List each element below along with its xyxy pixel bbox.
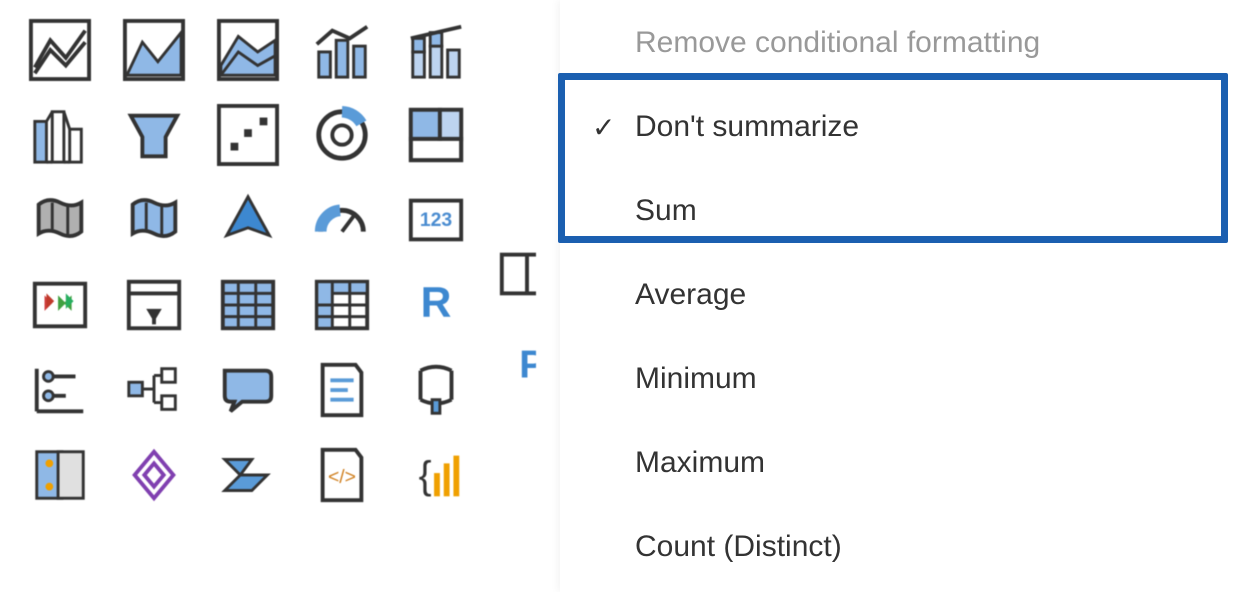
filled-map-icon[interactable]: [20, 185, 100, 255]
smart-narrative-icon[interactable]: [302, 355, 382, 425]
goals-icon[interactable]: [396, 355, 476, 425]
python-visual-icon[interactable]: P: [496, 335, 536, 395]
svg-text:</>: </>: [328, 466, 356, 488]
decomposition-tree-icon[interactable]: [114, 355, 194, 425]
azure-map-icon[interactable]: [208, 185, 288, 255]
gauge-icon[interactable]: [302, 185, 382, 255]
svg-text:{: {: [419, 455, 432, 498]
menu-maximum[interactable]: Maximum: [560, 438, 1240, 488]
custom-visual-placeholder-icon[interactable]: </>: [302, 440, 382, 510]
menu-label: Minimum: [635, 362, 757, 396]
r-script-visual-icon[interactable]: R: [396, 270, 476, 340]
scatter-chart-icon[interactable]: [208, 100, 288, 170]
menu-count-distinct[interactable]: Count (Distinct): [560, 522, 1240, 572]
get-more-visuals-icon[interactable]: {: [396, 440, 476, 510]
funnel-chart-icon[interactable]: [114, 100, 194, 170]
qa-visual-icon[interactable]: [208, 355, 288, 425]
matrix-icon[interactable]: [302, 270, 382, 340]
menu-label: Don't summarize: [635, 110, 859, 144]
kpi-icon[interactable]: [20, 270, 100, 340]
treemap-icon[interactable]: [396, 100, 476, 170]
visualizations-panel: 123 R: [20, 15, 520, 510]
ribbon-chart-icon[interactable]: [20, 100, 100, 170]
multi-row-card-icon[interactable]: [496, 243, 536, 303]
menu-label: Sum: [635, 194, 697, 228]
donut-chart-icon[interactable]: [302, 100, 382, 170]
menu-label: Count (Distinct): [635, 530, 842, 564]
key-influencers-icon[interactable]: [20, 355, 100, 425]
slicer-icon[interactable]: [114, 270, 194, 340]
svg-text:123: 123: [420, 209, 453, 231]
menu-average[interactable]: Average: [560, 270, 1240, 320]
power-automate-icon[interactable]: [208, 440, 288, 510]
table-icon[interactable]: [208, 270, 288, 340]
paginated-report-icon[interactable]: [20, 440, 100, 510]
menu-dont-summarize[interactable]: ✓ Don't summarize: [560, 102, 1240, 152]
shape-map-icon[interactable]: [114, 185, 194, 255]
menu-label: Remove conditional formatting: [635, 26, 1040, 60]
area-chart-icon[interactable]: [114, 15, 194, 85]
card-icon[interactable]: 123: [396, 185, 476, 255]
line-column-chart-icon[interactable]: [302, 15, 382, 85]
menu-label: Average: [635, 278, 746, 312]
menu-label: Maximum: [635, 446, 765, 480]
line-stacked-column-chart-icon[interactable]: [396, 15, 476, 85]
svg-text:R: R: [421, 279, 452, 327]
aggregation-context-menu: Remove conditional formatting ✓ Don't su…: [560, 0, 1240, 592]
stacked-area-chart-icon[interactable]: [208, 15, 288, 85]
power-apps-icon[interactable]: [114, 440, 194, 510]
line-chart-icon[interactable]: [20, 15, 100, 85]
menu-remove-conditional-formatting: Remove conditional formatting: [560, 18, 1240, 68]
svg-text:P: P: [519, 344, 536, 387]
menu-sum[interactable]: Sum: [560, 186, 1240, 236]
checkmark-icon: ✓: [592, 111, 615, 144]
menu-minimum[interactable]: Minimum: [560, 354, 1240, 404]
